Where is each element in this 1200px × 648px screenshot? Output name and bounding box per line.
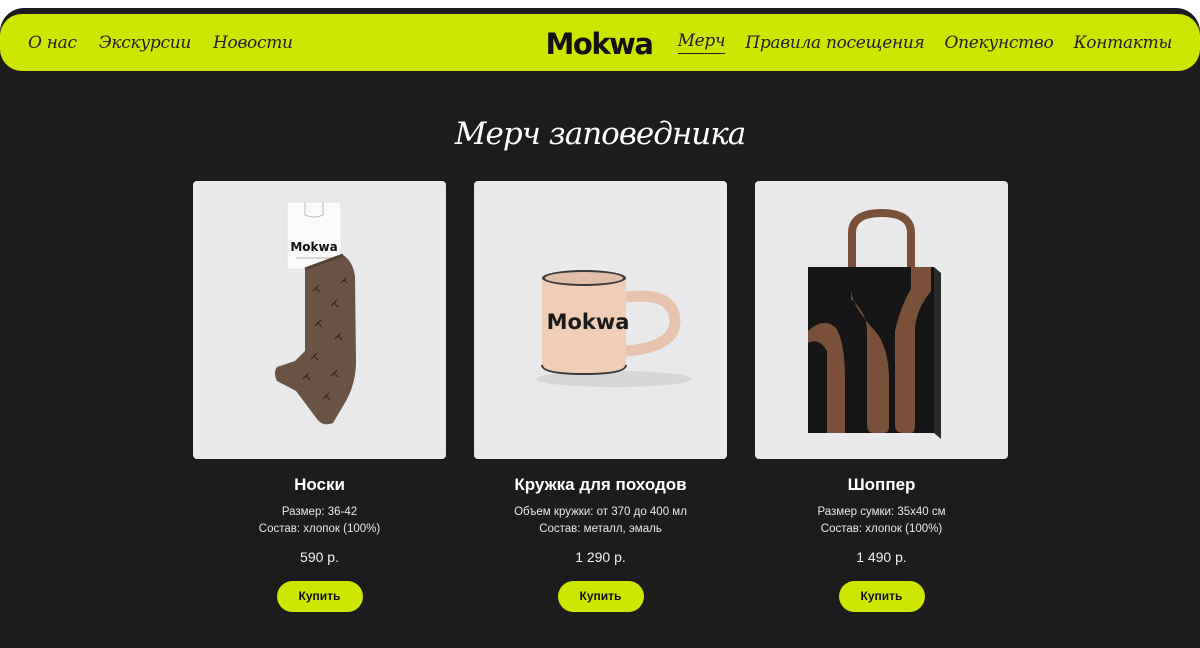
socks-tag-logo: Mokwa <box>290 240 337 254</box>
mug-logo: Mokwa <box>547 310 630 334</box>
product-volume: Объем кружки: от 370 до 400 мл <box>514 506 687 518</box>
product-material: Состав: хлопок (100%) <box>258 523 381 535</box>
buy-button[interactable]: Купить <box>557 581 644 612</box>
product-card-tote: Шоппер Размер сумки: 35x40 см Состав: хл… <box>755 181 1008 612</box>
product-image-tote[interactable] <box>755 181 1008 459</box>
product-card-mug: Mokwa Кружка для походов Объем кружки: о… <box>474 181 727 612</box>
buy-button[interactable]: Купить <box>838 581 925 612</box>
product-price: 1 490 р. <box>856 549 907 565</box>
product-size: Размер: 36-42 <box>281 506 358 518</box>
socks-illustration: Mokwa <box>275 201 356 425</box>
nav-link-news[interactable]: Новости <box>213 33 293 53</box>
product-title: Кружка для походов <box>514 475 687 494</box>
tote-illustration <box>808 208 941 439</box>
mug-illustration: Mokwa <box>536 270 692 387</box>
nav-link-contacts[interactable]: Контакты <box>1073 33 1172 53</box>
product-price: 590 р. <box>300 549 339 565</box>
nav-link-guardianship[interactable]: Опекунство <box>945 33 1054 53</box>
nav-link-visiting-rules[interactable]: Правила посещения <box>745 33 925 53</box>
product-image-mug[interactable]: Mokwa <box>474 181 727 459</box>
buy-button[interactable]: Купить <box>276 581 363 612</box>
product-title: Шоппер <box>847 475 916 494</box>
product-size: Размер сумки: 35x40 см <box>817 506 946 518</box>
page-title: Мерч заповедника <box>454 116 747 152</box>
product-card-socks: Mokwa Носки Размер: 36-42 Состав: хлопок… <box>193 181 446 612</box>
top-navbar: О нас Экскурсии Новости Mokwa Мерч Прави… <box>0 14 1200 71</box>
nav-link-about[interactable]: О нас <box>28 33 77 53</box>
product-material: Состав: хлопок (100%) <box>820 523 943 535</box>
site-logo[interactable]: Mokwa <box>537 27 661 61</box>
nav-left-group: О нас Экскурсии Новости <box>28 14 293 71</box>
product-image-socks[interactable]: Mokwa <box>193 181 446 459</box>
product-title: Носки <box>294 475 345 494</box>
product-price: 1 290 р. <box>575 549 626 565</box>
nav-link-merch[interactable]: Мерч <box>677 31 726 54</box>
product-material: Состав: металл, эмаль <box>539 523 662 535</box>
nav-link-excursions[interactable]: Экскурсии <box>99 33 192 53</box>
nav-right-group: Мерч Правила посещения Опекунство Контак… <box>677 14 1172 71</box>
